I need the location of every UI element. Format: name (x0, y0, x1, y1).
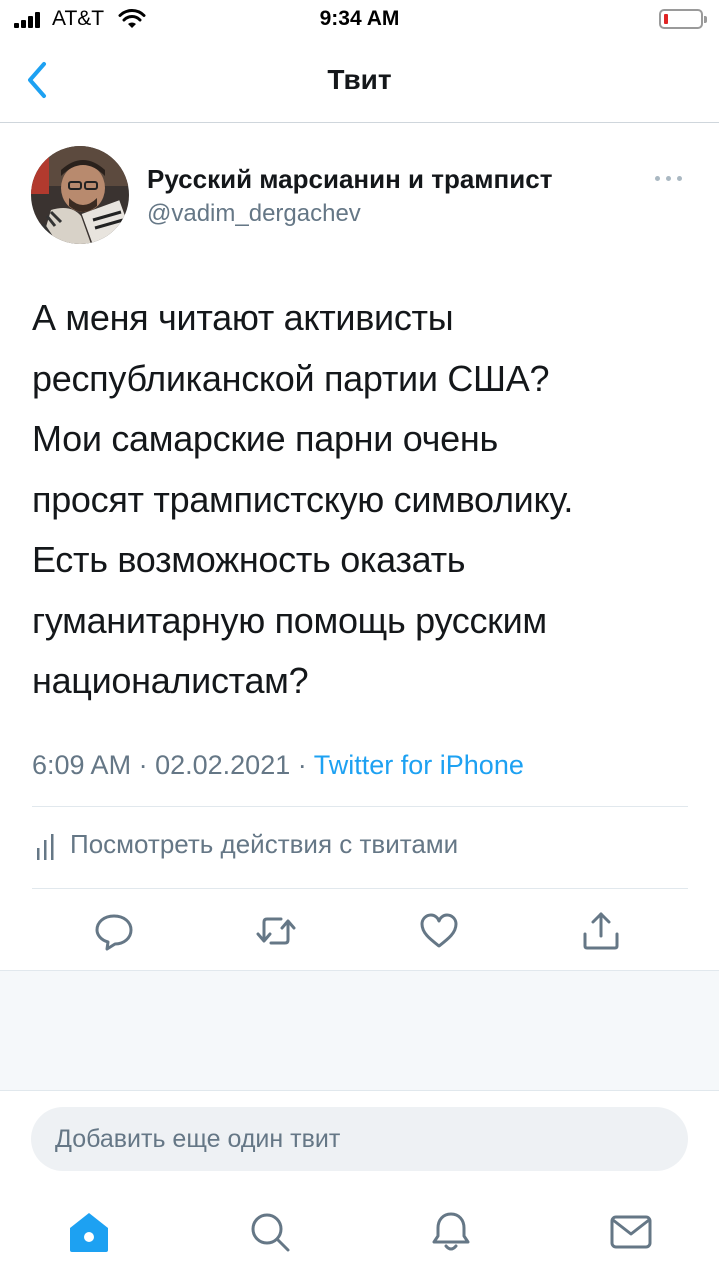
avatar[interactable] (31, 146, 129, 244)
reply-input[interactable] (31, 1107, 688, 1171)
page-title: Твит (327, 64, 392, 95)
meta-separator: · (297, 750, 307, 780)
display-name[interactable]: Русский марсианин и трампист (147, 164, 552, 195)
tweet-text-line: А меня читают активисты (32, 297, 454, 338)
search-icon[interactable] (248, 1210, 292, 1254)
battery-low-icon (659, 9, 707, 29)
share-icon[interactable] (580, 910, 622, 952)
status-time: 9:34 AM (319, 7, 400, 30)
tweet-text-line: просят трампистскую символику. (32, 478, 574, 520)
divider (32, 806, 688, 807)
tab-bar (0, 1186, 719, 1280)
meta-separator: · (138, 750, 148, 780)
tweet-date: 02.02.2021 (155, 750, 291, 780)
reply-icon[interactable] (93, 910, 135, 952)
replies-area (0, 970, 719, 1090)
tweet-text-line: Есть возможность оказать (32, 539, 466, 580)
analytics-icon (37, 834, 54, 860)
tweet-meta: 6:09 AM · 02.02.2021 · Twitter for iPhon… (32, 750, 524, 781)
tweet-activity-label: Посмотреть действия с твитами (70, 829, 459, 859)
user-handle[interactable]: @vadim_dergachev (147, 200, 361, 228)
tweet-text: А меня читают активисты республиканской … (32, 288, 692, 712)
messages-icon[interactable] (609, 1210, 653, 1254)
tweet-text-line: гуманитарную помощь русским (32, 599, 547, 641)
more-options-icon[interactable] (653, 166, 685, 190)
nav-bar: Твит (0, 40, 719, 123)
tweet-text-line: республиканской партии США? (32, 357, 550, 399)
tweet-text-line: Мои самарские парни очень (32, 418, 498, 459)
retweet-icon[interactable] (255, 910, 297, 952)
like-icon[interactable] (418, 910, 460, 952)
tweet-source-link[interactable]: Twitter for iPhone (314, 750, 524, 780)
notifications-icon[interactable] (429, 1210, 473, 1254)
reply-bar (0, 1090, 719, 1186)
tweet-time: 6:09 AM (32, 750, 132, 780)
status-bar: AT&T 9:34 AM (0, 0, 719, 40)
tweet-text-line: националистам? (32, 660, 309, 701)
home-icon[interactable] (67, 1210, 111, 1254)
divider (32, 888, 688, 889)
